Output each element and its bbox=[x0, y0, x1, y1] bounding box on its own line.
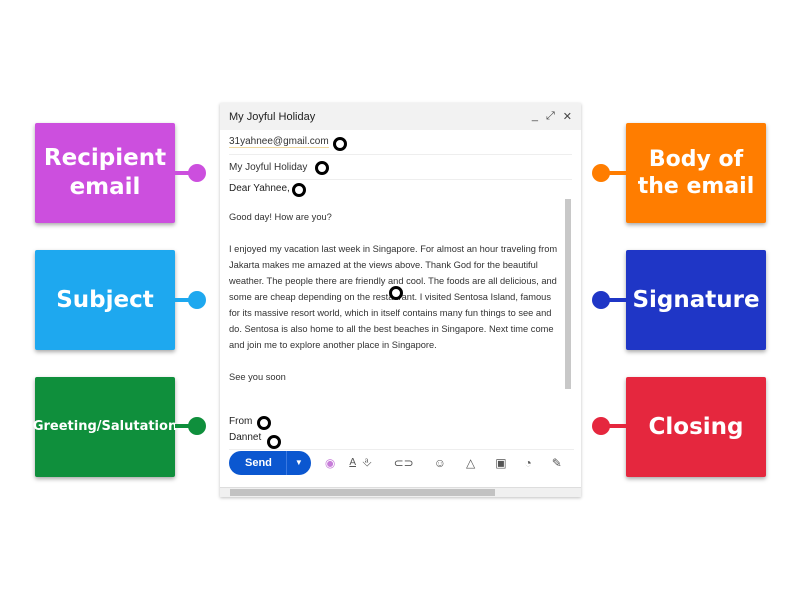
drop-target-greeting[interactable] bbox=[292, 183, 306, 197]
drive-icon[interactable]: △ bbox=[466, 456, 475, 470]
recipient-address: 31yahnee@gmail.com bbox=[229, 136, 329, 148]
compose-toolbar: Send ▼ ◉ A ⎀ ⊂⊃ ☺ △ ▣ ◔ ✎ bbox=[229, 449, 574, 475]
signature-pen-icon[interactable]: ✎ bbox=[552, 456, 562, 470]
subject-field[interactable]: My Joyful Holiday bbox=[229, 155, 572, 180]
horizontal-scrollbar[interactable] bbox=[220, 487, 581, 497]
link-icon[interactable]: ⊂⊃ bbox=[394, 456, 414, 470]
to-field[interactable]: 31yahnee@gmail.com bbox=[229, 130, 572, 155]
closing-line: See you soon bbox=[229, 372, 286, 382]
connector-dot bbox=[188, 164, 206, 182]
minimize-icon[interactable]: _ bbox=[532, 110, 538, 123]
send-options-icon[interactable]: ▼ bbox=[287, 458, 311, 467]
subject-text: My Joyful Holiday bbox=[229, 161, 308, 173]
close-icon[interactable]: ✕ bbox=[563, 110, 572, 123]
drop-target-subject[interactable] bbox=[315, 161, 329, 175]
label-closing[interactable]: Closing bbox=[626, 377, 766, 477]
opening-line: Good day! How are you? bbox=[229, 212, 332, 222]
confidential-icon[interactable]: ◔ bbox=[525, 456, 532, 470]
label-signature[interactable]: Signature bbox=[626, 250, 766, 350]
label-subject[interactable]: Subject bbox=[35, 250, 175, 350]
drop-target-recipient[interactable] bbox=[333, 137, 347, 151]
closing-text: From bbox=[229, 416, 253, 427]
connector-dot bbox=[592, 291, 610, 309]
drop-target-body[interactable] bbox=[389, 286, 403, 300]
label-greeting[interactable]: Greeting/Salutation bbox=[33, 377, 177, 477]
label-recipient-email[interactable]: Recipient email bbox=[35, 123, 175, 223]
connector-dot bbox=[188, 291, 206, 309]
send-button[interactable]: Send ▼ bbox=[229, 450, 311, 475]
scroll-thumb[interactable] bbox=[230, 489, 495, 496]
vertical-scrollbar[interactable] bbox=[565, 199, 571, 389]
drop-target-signature[interactable] bbox=[267, 435, 281, 449]
send-label: Send bbox=[229, 450, 287, 475]
color-icon[interactable]: ◉ bbox=[325, 456, 335, 470]
formatting-icon[interactable]: A bbox=[349, 457, 356, 468]
label-body[interactable]: Body of the email bbox=[626, 123, 766, 223]
connector-dot bbox=[592, 417, 610, 435]
connector-dot bbox=[188, 417, 206, 435]
attach-icon[interactable]: ⎀ bbox=[362, 455, 372, 470]
message-body[interactable]: Good day! How are you? I enjoyed my vaca… bbox=[229, 209, 559, 401]
photo-icon[interactable]: ▣ bbox=[495, 456, 506, 470]
window-title: My Joyful Holiday bbox=[229, 110, 316, 123]
signature-text: Dannet bbox=[229, 432, 262, 443]
expand-icon[interactable]: ⤢ bbox=[546, 110, 555, 123]
drop-target-closing[interactable] bbox=[257, 416, 271, 430]
title-bar: My Joyful Holiday _ ⤢ ✕ bbox=[220, 103, 581, 130]
connector-dot bbox=[592, 164, 610, 182]
emoji-icon[interactable]: ☺ bbox=[434, 456, 446, 470]
greeting-text: Dear Yahnee, bbox=[229, 183, 290, 194]
